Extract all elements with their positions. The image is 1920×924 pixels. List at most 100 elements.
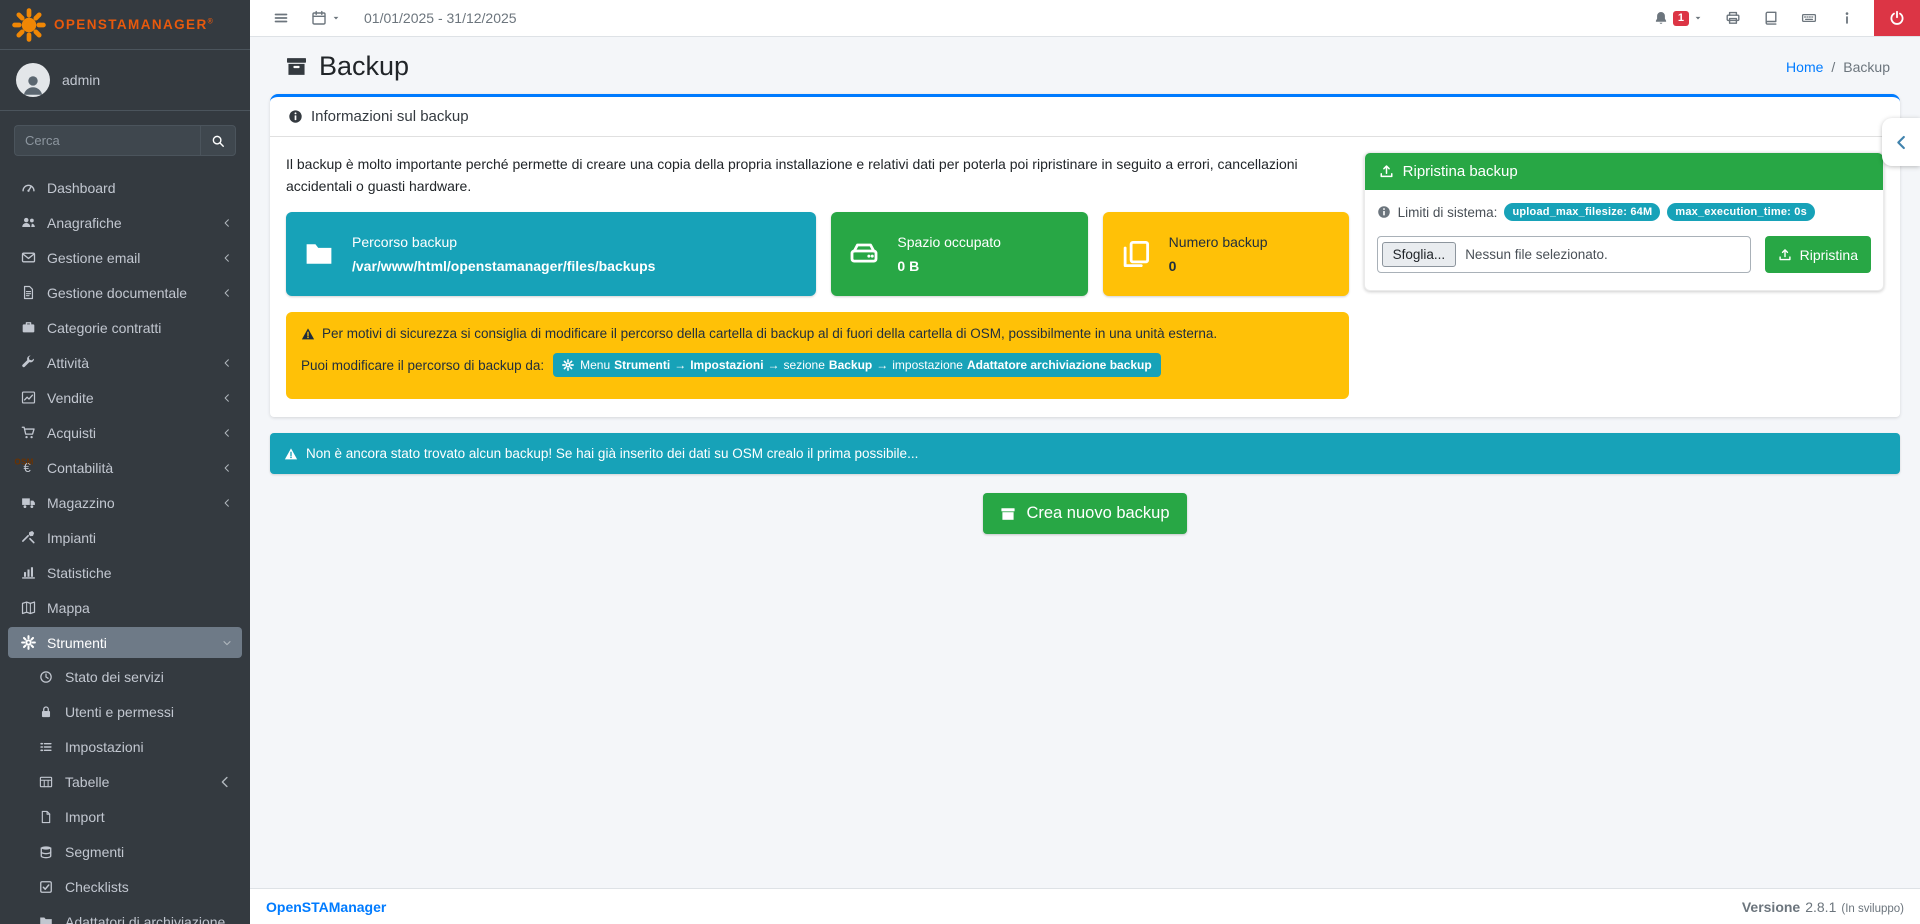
sidebar-item-label: Segmenti xyxy=(65,844,234,860)
chevron-down-icon xyxy=(222,638,232,648)
power-icon xyxy=(1889,10,1905,26)
no-backup-alert: Non è ancora stato trovato alcun backup!… xyxy=(270,433,1900,474)
sidebar-item-mappa[interactable]: Mappa xyxy=(8,592,242,623)
sidebar-item-magazzino[interactable]: Magazzino xyxy=(8,487,242,518)
right-panel-toggle[interactable] xyxy=(1882,118,1920,166)
sidebar-toggle-button[interactable] xyxy=(262,0,300,36)
sidebar-subitem-stato-dei-servizi[interactable]: Stato dei servizi xyxy=(8,662,242,692)
sidebar-item-label: Impianti xyxy=(47,530,234,546)
tools-icon xyxy=(16,530,40,545)
manual-button[interactable] xyxy=(1752,0,1790,36)
sidebar-item-label: Impostazioni xyxy=(65,739,234,755)
date-range[interactable]: 01/01/2025 - 31/12/2025 xyxy=(364,10,517,26)
restore-backup-card: Ripristina backup Limiti di sistema: upl… xyxy=(1364,152,1884,291)
chevron-left-icon xyxy=(218,775,232,789)
sidebar-item-gestione-email[interactable]: Gestione email xyxy=(8,242,242,273)
notification-badge: 1 xyxy=(1673,11,1689,26)
info-circle-icon xyxy=(1377,205,1391,219)
app-brand[interactable]: OSM OpenSTAManager® xyxy=(0,0,250,50)
breadcrumb-separator: / xyxy=(1831,59,1835,75)
backup-count-value: 0 xyxy=(1169,258,1268,274)
sidebar-item-strumenti[interactable]: Strumenti xyxy=(8,627,242,658)
sidebar-subitem-utenti-e-permessi[interactable]: Utenti e permessi xyxy=(8,697,242,727)
sidebar-item-attivita[interactable]: Attività xyxy=(8,347,242,378)
search-input[interactable] xyxy=(14,125,200,156)
sidebar-subitem-impostazioni[interactable]: Impostazioni xyxy=(8,732,242,762)
sidebar-item-anagrafiche[interactable]: Anagrafiche xyxy=(8,207,242,238)
backup-info-card: Informazioni sul backup Il backup è molt… xyxy=(270,94,1900,417)
sidebar-item-label: Dashboard xyxy=(47,180,234,196)
settings-path-badge[interactable]: Menu Strumenti → Impostazioni → sezione … xyxy=(553,353,1161,377)
arrow-right-icon: → xyxy=(674,358,686,372)
bell-icon xyxy=(1653,10,1669,26)
avatar[interactable] xyxy=(16,63,50,97)
caret-down-icon xyxy=(1693,13,1703,23)
sidebar-item-statistiche[interactable]: Statistiche xyxy=(8,557,242,588)
search-icon xyxy=(211,134,225,148)
chart-line-icon xyxy=(16,390,40,405)
sidebar-subitem-checklists[interactable]: Checklists xyxy=(8,872,242,902)
archive-icon xyxy=(285,55,308,78)
chart-bar-icon xyxy=(16,565,40,580)
truck-icon xyxy=(16,495,40,510)
modify-path-text: Puoi modificare il percorso di backup da… xyxy=(301,358,544,373)
create-backup-wrap: Crea nuovo backup xyxy=(250,493,1920,534)
caret-down-icon xyxy=(331,13,341,23)
sidebar-item-vendite[interactable]: Vendite xyxy=(8,382,242,413)
card-right-column: Ripristina backup Limiti di sistema: upl… xyxy=(1364,152,1884,399)
folder-icon xyxy=(286,239,352,269)
restore-button[interactable]: Ripristina xyxy=(1765,236,1871,273)
logo-abbr: OSM xyxy=(14,458,33,467)
book-icon xyxy=(1763,10,1779,26)
space-used-label: Spazio occupato xyxy=(897,234,1001,250)
logout-button[interactable] xyxy=(1874,0,1920,36)
footer: OpenSTAManager Versione 2.8.1 (In svilup… xyxy=(250,888,1920,924)
sidebar-item-label: Magazzino xyxy=(47,495,222,511)
sidebar-item-gestione-documentale[interactable]: Gestione documentale xyxy=(8,277,242,308)
sidebar-item-label: Utenti e permessi xyxy=(65,704,234,720)
sidebar-subitem-tabelle[interactable]: Tabelle xyxy=(8,767,242,797)
sidebar-item-contabilita[interactable]: €Contabilità xyxy=(8,452,242,483)
upload-icon xyxy=(1778,248,1792,262)
sidebar-item-dashboard[interactable]: Dashboard xyxy=(8,172,242,203)
info-circle-icon xyxy=(288,109,303,124)
create-backup-button[interactable]: Crea nuovo backup xyxy=(983,493,1186,534)
user-name[interactable]: admin xyxy=(62,72,100,88)
gear-icon xyxy=(16,635,40,650)
notifications-dropdown[interactable]: 1 xyxy=(1642,0,1714,36)
security-warning: Per motivi di sicurezza si consiglia di … xyxy=(286,312,1349,399)
breadcrumb-home-link[interactable]: Home xyxy=(1786,59,1823,75)
max-execution-time-badge: max_execution_time: 0s xyxy=(1667,203,1815,221)
wrench-icon xyxy=(16,355,40,370)
sidebar-item-label: Gestione email xyxy=(47,250,222,266)
footer-brand-link[interactable]: OpenSTAManager xyxy=(266,899,386,915)
calendar-dropdown[interactable] xyxy=(300,0,352,36)
info-button[interactable] xyxy=(1828,0,1866,36)
backup-count-box: Numero backup 0 xyxy=(1103,212,1349,296)
content-header: Backup Home / Backup xyxy=(250,37,1920,94)
chevron-left-icon xyxy=(1893,134,1910,151)
backup-description: Il backup è molto importante perché perm… xyxy=(286,154,1349,197)
sidebar-nav: Dashboard Anagrafiche Gestione email Gestio… xyxy=(0,164,250,924)
folder-icon xyxy=(34,915,58,924)
sidebar-item-categorie-contratti[interactable]: Categorie contratti xyxy=(8,312,242,343)
sidebar-item-impianti[interactable]: Impianti xyxy=(8,522,242,553)
chevron-left-icon xyxy=(222,358,232,368)
users-icon xyxy=(16,215,40,230)
shortcuts-button[interactable] xyxy=(1790,0,1828,36)
upload-icon xyxy=(1379,164,1394,179)
sidebar-item-acquisti[interactable]: Acquisti xyxy=(8,417,242,448)
sidebar-subitem-adattatori-di-archiviazione[interactable]: Adattatori di archiviazione xyxy=(8,907,242,924)
search-button[interactable] xyxy=(200,125,236,156)
sidebar-item-label: Categorie contratti xyxy=(47,320,234,336)
backup-file-input[interactable]: Sfoglia... Nessun file selezionato. xyxy=(1377,236,1751,273)
list-icon xyxy=(34,740,58,754)
sidebar-subitem-import[interactable]: Import xyxy=(8,802,242,832)
print-button[interactable] xyxy=(1714,0,1752,36)
sidebar-subitem-segmenti[interactable]: Segmenti xyxy=(8,837,242,867)
cart-icon xyxy=(16,425,40,440)
browse-button[interactable]: Sfoglia... xyxy=(1382,242,1457,267)
sidebar-item-label: Checklists xyxy=(65,879,234,895)
main-content: Backup Home / Backup Informazioni sul ba… xyxy=(250,0,1920,534)
security-warning-text: Per motivi di sicurezza si consiglia di … xyxy=(322,326,1217,341)
